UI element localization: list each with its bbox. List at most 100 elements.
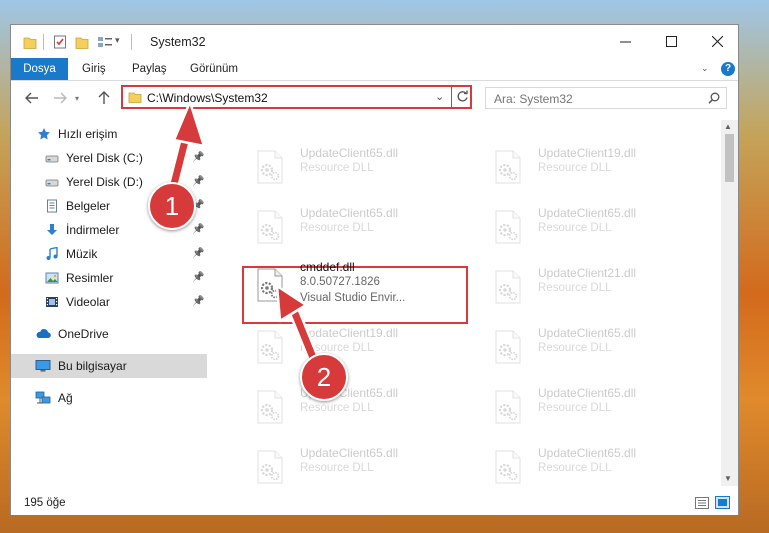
dll-file-icon [254, 210, 286, 244]
nav-item-7[interactable]: Videolar 📌 [11, 290, 207, 314]
file-version: 8.0.50727.1826 [300, 276, 380, 288]
close-icon [711, 36, 723, 47]
address-bar[interactable]: C:\Windows\System32 ⌄ [121, 85, 472, 109]
navigation-pane: Hızlı erişim Yerel Disk (C:) 📌 Yerel Disk (… [11, 120, 207, 486]
item-count: 195 öğe [24, 497, 66, 509]
nav-item-5[interactable]: Müzik 📌 [11, 242, 207, 266]
file-name: UpdateClient65.dll [300, 446, 399, 460]
nav-item-6[interactable]: Resimler 📌 [11, 266, 207, 290]
recent-locations-button[interactable]: ▾ [71, 87, 83, 109]
file-tile[interactable]: UpdateClient19.dll Resource DLL [472, 140, 702, 188]
dll-file-icon [492, 330, 524, 364]
nav-item-label: Yerel Disk (C:) [66, 151, 143, 165]
maximize-button[interactable] [648, 25, 694, 58]
file-tile[interactable]: UpdateClient65.dll Resource DLL [472, 380, 702, 428]
file-tile[interactable]: UpdateClient65.dll Resource DLL [234, 440, 464, 486]
forward-button[interactable] [49, 87, 71, 109]
dll-file-icon [254, 450, 286, 484]
pin-icon[interactable]: 📌 [192, 152, 204, 163]
scrollbar-thumb[interactable] [725, 134, 734, 182]
navigation-bar: ▾ C:\Windows\System32 ⌄ [11, 81, 738, 117]
address-divider [451, 87, 452, 107]
tab-view[interactable]: Görünüm [190, 58, 238, 80]
nav-item-label: OneDrive [58, 327, 109, 341]
address-dropdown-icon[interactable]: ⌄ [435, 90, 444, 103]
address-path[interactable]: C:\Windows\System32 [147, 91, 268, 105]
file-name: cmddef.dll [300, 260, 355, 274]
back-button[interactable] [21, 87, 43, 109]
file-description: Resource DLL [538, 162, 612, 174]
close-button[interactable] [694, 25, 740, 58]
nav-item-label: Belgeler [66, 199, 111, 213]
tab-share[interactable]: Paylaş [132, 58, 167, 80]
file-name: UpdateClient65.dll [300, 206, 399, 220]
minimize-icon [619, 41, 631, 43]
minimize-button[interactable] [602, 25, 648, 58]
details-view-icon[interactable] [695, 497, 709, 509]
file-tile[interactable]: UpdateClient65.dll Resource DLL [472, 320, 702, 368]
file-tile[interactable]: UpdateClient65.dll Resource DLL [234, 140, 464, 188]
pin-icon[interactable]: 📌 [192, 224, 204, 235]
nav-item-8[interactable]: OneDrive [11, 322, 207, 346]
help-icon[interactable]: ? [721, 62, 735, 76]
search-input[interactable] [492, 90, 696, 108]
expand-ribbon-icon[interactable]: ⌄ [701, 63, 709, 74]
tab-home[interactable]: Giriş [82, 58, 106, 80]
window-title: System32 [150, 35, 206, 49]
arrow-right-icon [54, 92, 67, 104]
scroll-up-icon[interactable]: ▲ [724, 122, 732, 131]
file-description: Resource DLL [300, 342, 374, 354]
computer-icon [35, 359, 51, 373]
dll-file-icon [492, 450, 524, 484]
file-description: Resource DLL [300, 222, 374, 234]
customize-toolbar-icon[interactable] [97, 34, 113, 50]
tab-file[interactable]: Dosya [11, 58, 68, 80]
file-description: Resource DLL [538, 342, 612, 354]
search-icon[interactable] [708, 92, 720, 104]
file-description: Resource DLL [538, 282, 612, 294]
nav-item-10[interactable]: Ağ [11, 386, 207, 410]
file-tile[interactable]: UpdateClient19.dll Resource DLL [234, 320, 464, 368]
nav-item-label: Bu bilgisayar [58, 359, 127, 373]
file-tile[interactable]: UpdateClient65.dll Resource DLL [472, 200, 702, 248]
documents-icon [45, 199, 59, 213]
refresh-icon[interactable] [456, 90, 469, 103]
file-name: UpdateClient65.dll [538, 206, 637, 220]
pin-icon[interactable]: 📌 [192, 176, 204, 187]
large-icons-view-icon[interactable] [715, 496, 730, 509]
file-tile[interactable]: UpdateClient65.dll Resource DLL [472, 440, 702, 486]
nav-item-0[interactable]: Hızlı erişim [11, 122, 207, 146]
up-button[interactable] [93, 87, 115, 109]
properties-icon[interactable] [53, 34, 67, 50]
search-box[interactable] [485, 87, 727, 109]
network-icon [35, 391, 51, 405]
file-tile[interactable]: UpdateClient65.dll Resource DLL [234, 200, 464, 248]
star-icon [37, 127, 51, 141]
nav-item-1[interactable]: Yerel Disk (C:) 📌 [11, 146, 207, 170]
new-folder-icon[interactable] [75, 34, 89, 50]
file-description: Resource DLL [538, 402, 612, 414]
vertical-scrollbar[interactable]: ▲ ▼ [721, 120, 738, 486]
file-list: UpdateClient65.dll Resource DLL UpdateClie… [214, 120, 720, 486]
ribbon-tabs: Dosya Giriş Paylaş Görünüm ⌄ ? [11, 58, 738, 81]
music-icon [45, 246, 59, 261]
file-tile[interactable]: UpdateClient65.dll Resource DLL [234, 380, 464, 428]
file-name: UpdateClient65.dll [300, 146, 399, 160]
pin-icon[interactable]: 📌 [192, 248, 204, 259]
drive-icon [45, 151, 59, 165]
folder-icon[interactable] [23, 34, 37, 50]
videos-icon [45, 295, 59, 309]
file-tile-cmddef[interactable]: cmddef.dll 8.0.50727.1826 Visual Studio En… [234, 258, 464, 306]
chevron-down-icon[interactable]: ▾ [115, 35, 120, 46]
scroll-down-icon[interactable]: ▼ [724, 474, 732, 483]
annotation-badge-1: 1 [148, 182, 196, 230]
file-description: Resource DLL [538, 462, 612, 474]
dll-file-icon [492, 270, 524, 304]
drive-icon [45, 175, 59, 189]
pin-icon[interactable]: 📌 [192, 272, 204, 283]
nav-item-9[interactable]: Bu bilgisayar [11, 354, 207, 378]
pin-icon[interactable]: 📌 [192, 296, 204, 307]
file-tile[interactable]: UpdateClient21.dll Resource DLL [472, 260, 702, 308]
dll-file-icon [492, 150, 524, 184]
file-description: Resource DLL [300, 162, 374, 174]
